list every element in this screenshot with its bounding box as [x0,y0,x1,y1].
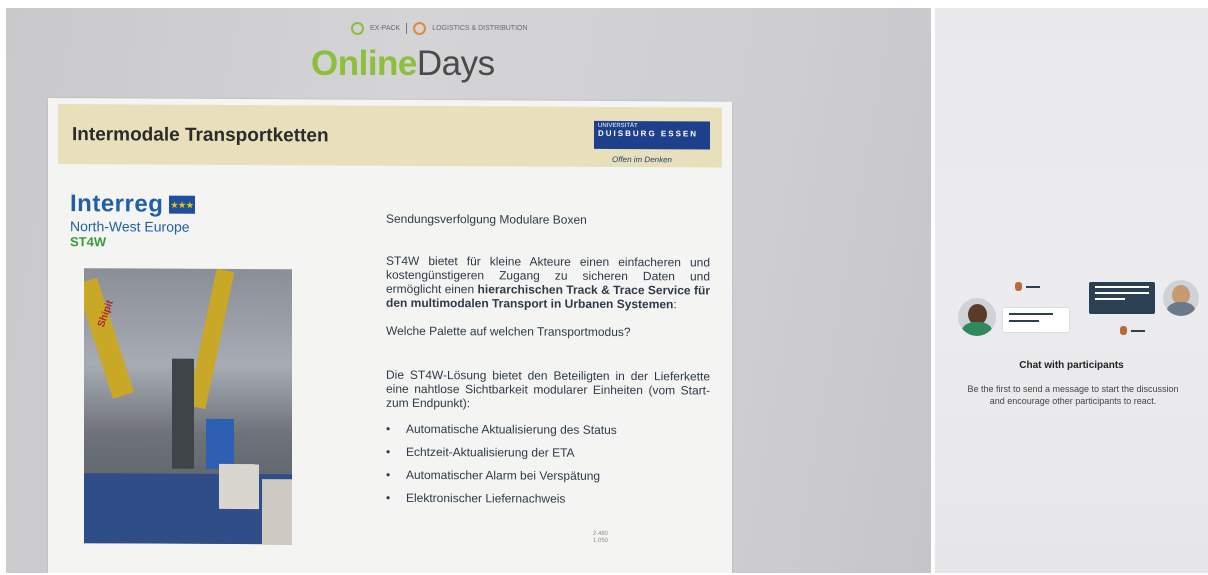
crane-grab [206,418,234,469]
pallet-stack-2 [262,479,292,545]
mini-line [1131,329,1145,332]
list-item-text: Echtzeit-Aktualisierung der ETA [406,444,575,460]
university-name: DUISBURG ESSEN [598,128,699,139]
slide-header-band: Intermodale Transportketten UNIVERSITÄT … [58,104,722,168]
slide-body: Sendungsverfolgung Modulare Boxen ST4W b… [386,212,710,516]
chat-bubble-illustration [1089,282,1155,314]
pallet-stack [219,463,259,510]
mini-avatar-icon [1015,282,1022,291]
list-item: • Automatische Aktualisierung des Status [386,422,710,447]
slide-heading: Sendungsverfolgung Modulare Boxen [386,211,587,227]
event-title: OnlineDays [311,44,495,84]
bullet-icon: • [386,467,391,482]
interreg-region: North-West Europe [70,218,190,235]
logistics-label: LOGISTICS & DISTRIBUTION [432,25,528,32]
list-item: • Elektronischer Liefernachweis [386,491,710,516]
list-item: • Echtzeit-Aktualisierung der ETA [386,445,710,470]
interreg-name-row: Interreg ★★★ [70,190,196,219]
list-item-text: Automatischer Alarm bei Verspätung [406,467,601,483]
event-brand-logos: EX-PACK LOGISTICS & DISTRIBUTION [351,22,528,35]
university-slogan: Offen im Denken [611,154,672,165]
eu-flag-icon: ★★★ [169,195,196,214]
crane-arm-right [187,268,235,410]
chat-empty-line-2: and encourage other participants to reac… [989,396,1157,406]
typing-indicator-bottom [1120,326,1145,335]
solution-paragraph: Die ST4W-Lösung bietet den Beteiligten i… [386,367,710,411]
chat-message-illustration [1003,308,1069,332]
crane-arm-left [84,277,135,399]
slide-stamp: 2.480 1.050 [593,531,608,545]
mini-avatar-icon [1120,326,1127,335]
chat-title: Chat with participants [1019,360,1124,371]
presentation-stage: EX-PACK LOGISTICS & DISTRIBUTION OnlineD… [6,8,931,573]
logistics-logo-icon [413,22,427,35]
logo-divider [406,23,408,34]
intro-paragraph: ST4W bietet für kleine Akteure einen ein… [386,254,710,312]
event-title-online: Online [311,44,417,83]
message-line [1009,320,1039,322]
bubble-line [1095,292,1149,294]
interreg-name: Interreg [70,190,164,218]
port-crane-photo: Shipit [84,268,292,545]
participant-avatar-right [1163,280,1199,316]
bubble-line [1095,298,1125,300]
stamp-top: 2.480 [593,530,609,537]
stamp-bottom: 1.050 [593,537,609,544]
skyscraper [172,358,194,469]
participant-avatar-left [958,298,996,336]
list-item-text: Automatische Aktualisierung des Status [406,421,617,437]
chat-empty-message: Be the first to send a message to start … [938,383,1208,407]
list-item: • Automatischer Alarm bei Verspätung [386,468,710,493]
feature-list: • Automatische Aktualisierung des Status … [386,422,710,516]
interreg-logo: Interreg ★★★ North-West Europe ST4W [70,190,196,250]
ex-pack-logo-icon [351,22,364,35]
bullet-icon: • [386,444,391,459]
bubble-line [1095,286,1149,288]
bullet-icon: • [386,490,391,505]
question-text: Welche Palette auf welchen Transportmodu… [386,323,631,340]
ex-pack-label: EX-PACK [370,25,401,32]
event-title-days: Days [416,44,495,83]
mini-line [1026,285,1040,288]
avatar-body [961,321,993,336]
chat-empty-line-1: Be the first to send a message to start … [967,384,1179,394]
slide-title: Intermodale Transportketten [72,124,329,147]
presentation-slide: Intermodale Transportketten UNIVERSITÄT … [48,98,732,573]
university-logo: UNIVERSITÄT DUISBURG ESSEN [594,120,710,150]
avatar-body [1166,302,1196,316]
list-item-text: Elektronischer Liefernachweis [406,490,566,506]
typing-indicator-top [1015,282,1040,291]
intro-colon: : [673,297,677,312]
project-name: ST4W [70,234,107,250]
bullet-icon: • [386,421,391,436]
canal-water [84,473,292,545]
message-line [1009,313,1053,315]
